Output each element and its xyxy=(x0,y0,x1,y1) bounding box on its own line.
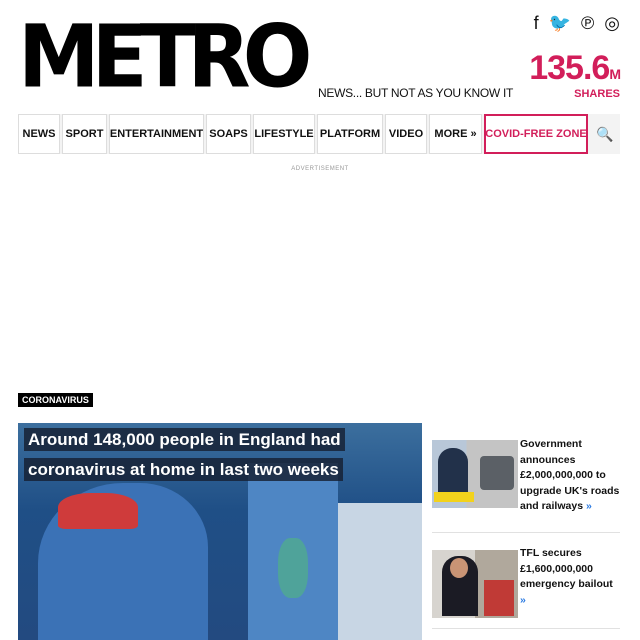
search-icon[interactable]: 🔍 xyxy=(590,114,620,154)
shares-number: 135.6 xyxy=(529,49,610,87)
photo-visor xyxy=(58,493,138,529)
instagram-icon[interactable]: ◎ xyxy=(604,12,620,34)
shares-unit: M xyxy=(609,66,621,82)
tagline: NEWS... BUT NOT AS YOU KNOW IT xyxy=(318,86,514,100)
side-story-2-image[interactable] xyxy=(432,550,518,618)
nav-lifestyle[interactable]: LIFESTYLE xyxy=(253,114,315,154)
thumb-face xyxy=(450,558,468,578)
site-header: METRO NEWS... BUT NOT AS YOU KNOW IT f 🐦… xyxy=(0,0,640,112)
nav-covid-free-zone[interactable]: COVID-FREE ZONE xyxy=(484,114,588,154)
photo-staff xyxy=(278,538,308,598)
divider xyxy=(432,628,620,629)
side-story-2-text[interactable]: TFL secures £1,600,000,000 emergency bai… xyxy=(520,547,613,590)
nav-entertainment[interactable]: ENTERTAINMENT xyxy=(109,114,204,154)
photo-equipment xyxy=(338,503,422,640)
side-story-1-headline[interactable]: Government announces £2,000,000,000 to u… xyxy=(520,437,620,515)
divider xyxy=(432,532,620,533)
social-links: f 🐦 ℗ ◎ xyxy=(534,12,620,34)
advertisement-label: ADVERTISEMENT xyxy=(291,166,349,172)
nav-soaps[interactable]: SOAPS xyxy=(206,114,251,154)
section-tag[interactable]: CORONAVIRUS xyxy=(18,393,93,407)
twitter-icon[interactable]: 🐦 xyxy=(549,12,571,34)
side-story-1-image[interactable] xyxy=(432,440,518,508)
main-nav: NEWS SPORT ENTERTAINMENT SOAPS LIFESTYLE… xyxy=(18,114,620,154)
side-story-1[interactable]: Government announces £2,000,000,000 to u… xyxy=(432,437,620,517)
chevron-right-icon: » xyxy=(520,593,526,606)
nav-more[interactable]: MORE » xyxy=(429,114,482,154)
main-story-headline-text[interactable]: Around 148,000 people in England had cor… xyxy=(24,428,345,481)
thumb-truck xyxy=(480,456,514,490)
pinterest-icon[interactable]: ℗ xyxy=(581,12,594,34)
metro-logo[interactable]: METRO xyxy=(18,8,315,109)
nav-news[interactable]: NEWS xyxy=(18,114,60,154)
nav-video[interactable]: VIDEO xyxy=(385,114,427,154)
side-story-2[interactable]: TFL secures £1,600,000,000 emergency bai… xyxy=(432,546,620,618)
thumb-bus xyxy=(484,580,514,616)
chevron-right-icon: » xyxy=(585,500,592,512)
side-story-1-text[interactable]: Government announces £2,000,000,000 to u… xyxy=(520,438,619,512)
nav-sport[interactable]: SPORT xyxy=(62,114,107,154)
main-story-headline[interactable]: Around 148,000 people in England had cor… xyxy=(18,425,420,485)
shares-label: SHARES xyxy=(574,88,620,100)
facebook-icon[interactable]: f xyxy=(534,12,539,34)
side-story-2-headline[interactable]: TFL secures £1,600,000,000 emergency bai… xyxy=(520,546,620,608)
thumb-banner xyxy=(434,492,474,502)
main-story[interactable]: Around 148,000 people in England had cor… xyxy=(18,423,422,640)
nav-platform[interactable]: PLATFORM xyxy=(317,114,383,154)
